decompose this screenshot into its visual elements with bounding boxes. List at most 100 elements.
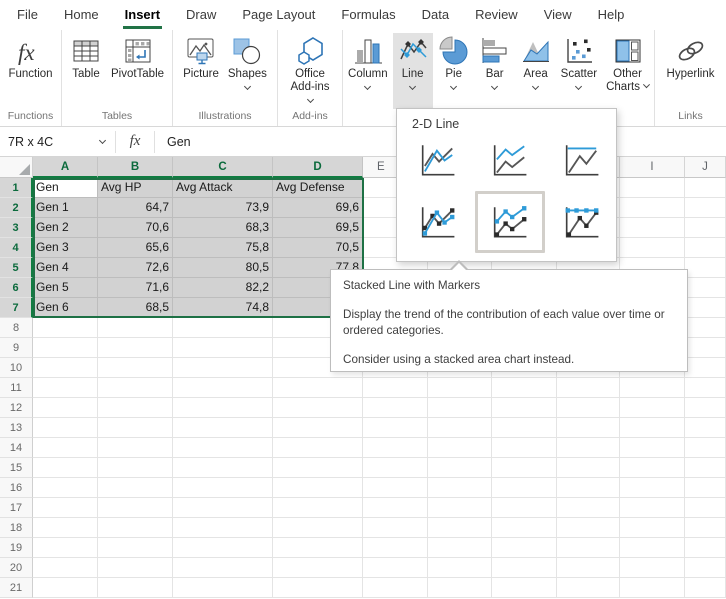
row-header-4[interactable]: 4 [0,238,33,258]
cell-C17[interactable] [173,498,273,518]
cell-C8[interactable] [173,318,273,338]
cell-C12[interactable] [173,398,273,418]
row-header-1[interactable]: 1 [0,178,33,198]
cell-B13[interactable] [98,418,173,438]
cell-C20[interactable] [173,558,273,578]
cell-E18[interactable] [363,518,428,538]
tab-data[interactable]: Data [409,0,462,30]
column-header-C[interactable]: C [173,157,273,178]
tab-page-layout[interactable]: Page Layout [229,0,328,30]
cell-B9[interactable] [98,338,173,358]
cell-H13[interactable] [557,418,620,438]
cell-D15[interactable] [273,458,363,478]
formula-input[interactable]: Gen [155,135,191,149]
line-chart-button[interactable]: Line [393,33,433,109]
cell-A18[interactable] [33,518,98,538]
cell-D13[interactable] [273,418,363,438]
cell-I3[interactable] [620,218,685,238]
cell-D11[interactable] [273,378,363,398]
cell-B16[interactable] [98,478,173,498]
insert-function-button[interactable]: fx [116,133,154,150]
area-dropdown-chevron-icon[interactable] [532,83,539,90]
cell-B12[interactable] [98,398,173,418]
cell-B18[interactable] [98,518,173,538]
pie-chart-button[interactable]: Pie [434,33,474,109]
cell-F16[interactable] [428,478,492,498]
picture-button[interactable]: Picture [179,33,223,109]
cell-D21[interactable] [273,578,363,598]
cell-A21[interactable] [33,578,98,598]
cell-B11[interactable] [98,378,173,398]
name-box[interactable]: 7R x 4C [0,135,100,149]
cell-C19[interactable] [173,538,273,558]
cell-C11[interactable] [173,378,273,398]
chart-type-100-percent-stacked-line-icon[interactable] [553,135,611,185]
row-header-8[interactable]: 8 [0,318,33,338]
cell-J20[interactable] [685,558,726,578]
tab-formulas[interactable]: Formulas [328,0,408,30]
row-header-10[interactable]: 10 [0,358,33,378]
cell-C18[interactable] [173,518,273,538]
cell-A4[interactable]: Gen 3 [33,238,98,258]
cell-E21[interactable] [363,578,428,598]
cell-A17[interactable] [33,498,98,518]
cell-D1[interactable]: Avg Defense [273,178,363,198]
cell-G11[interactable] [492,378,557,398]
cell-H15[interactable] [557,458,620,478]
cell-B20[interactable] [98,558,173,578]
row-header-18[interactable]: 18 [0,518,33,538]
cell-B8[interactable] [98,318,173,338]
tab-insert[interactable]: Insert [112,0,173,30]
cell-B5[interactable]: 72,6 [98,258,173,278]
cell-I21[interactable] [620,578,685,598]
column-chart-button[interactable]: Column [344,33,392,109]
cell-E12[interactable] [363,398,428,418]
column-header-B[interactable]: B [98,157,173,178]
column-header-D[interactable]: D [273,157,363,178]
cell-H16[interactable] [557,478,620,498]
cell-B10[interactable] [98,358,173,378]
cell-J1[interactable] [685,178,726,198]
bar-chart-button[interactable]: Bar [475,33,515,109]
cell-F20[interactable] [428,558,492,578]
cell-H21[interactable] [557,578,620,598]
cell-D18[interactable] [273,518,363,538]
shapes-dropdown-chevron-icon[interactable] [244,83,251,90]
tab-view[interactable]: View [531,0,585,30]
cell-I18[interactable] [620,518,685,538]
row-header-20[interactable]: 20 [0,558,33,578]
cell-J4[interactable] [685,238,726,258]
cell-C9[interactable] [173,338,273,358]
cell-J16[interactable] [685,478,726,498]
cell-F17[interactable] [428,498,492,518]
cell-J13[interactable] [685,418,726,438]
cell-J11[interactable] [685,378,726,398]
cell-D12[interactable] [273,398,363,418]
cell-G16[interactable] [492,478,557,498]
cell-B7[interactable]: 68,5 [98,298,173,318]
cell-A10[interactable] [33,358,98,378]
row-header-5[interactable]: 5 [0,258,33,278]
column-header-I[interactable]: I [620,157,685,178]
cell-G14[interactable] [492,438,557,458]
cell-G12[interactable] [492,398,557,418]
row-header-13[interactable]: 13 [0,418,33,438]
pivottable-button[interactable]: PivotTable [107,33,168,109]
row-header-19[interactable]: 19 [0,538,33,558]
cell-H17[interactable] [557,498,620,518]
cell-J2[interactable] [685,198,726,218]
tab-file[interactable]: File [4,0,51,30]
chart-type-100-percent-stacked-line-with-markers-icon[interactable] [553,197,611,247]
cell-B14[interactable] [98,438,173,458]
tab-draw[interactable]: Draw [173,0,229,30]
cell-G15[interactable] [492,458,557,478]
row-header-7[interactable]: 7 [0,298,33,318]
cell-A15[interactable] [33,458,98,478]
pie-dropdown-chevron-icon[interactable] [450,83,457,90]
cell-D3[interactable]: 69,5 [273,218,363,238]
column-dropdown-chevron-icon[interactable] [364,83,371,90]
cell-F21[interactable] [428,578,492,598]
cell-D14[interactable] [273,438,363,458]
table-button[interactable]: Table [66,33,106,109]
cell-C4[interactable]: 75,8 [173,238,273,258]
